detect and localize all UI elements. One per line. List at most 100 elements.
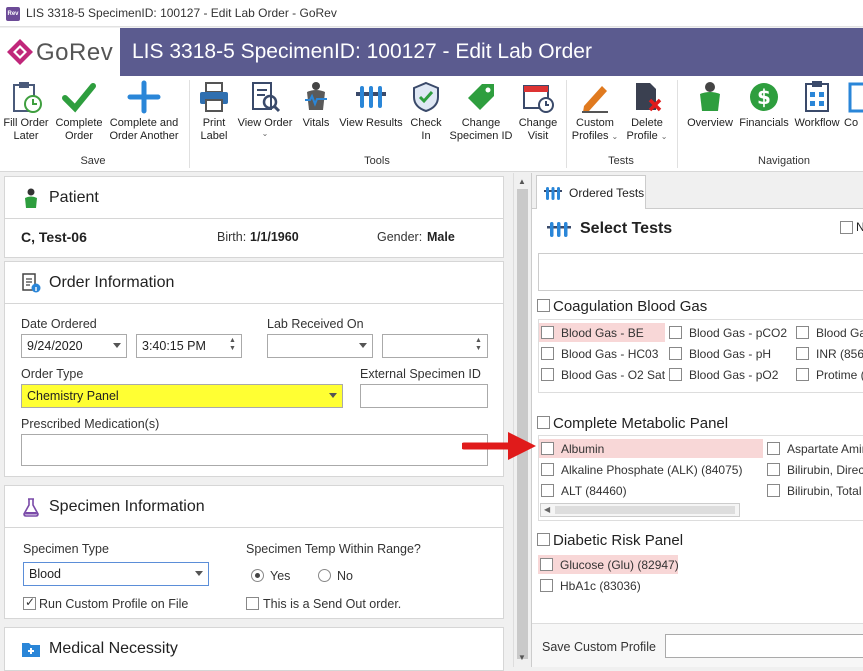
test-item[interactable]: Blood Gas - BE (539, 323, 665, 342)
test-label: Blood Gas - pO2 (689, 368, 779, 382)
order-type-select[interactable]: Chemistry Panel (21, 384, 343, 408)
scrollbar-thumb[interactable] (555, 506, 735, 514)
chevron-down-icon[interactable] (195, 571, 203, 576)
test-item[interactable]: Protime ( (794, 365, 863, 384)
test-checkbox[interactable] (767, 442, 780, 455)
test-item[interactable]: Blood Gas - pO2 (667, 365, 793, 384)
test-checkbox[interactable] (540, 558, 553, 571)
test-item[interactable]: Glucose (Glu) (82947) (538, 555, 679, 574)
test-checkbox[interactable] (669, 347, 682, 360)
test-checkbox[interactable] (767, 463, 780, 476)
coagulation-section-checkbox[interactable] (537, 299, 550, 312)
fill-order-later-button[interactable]: Fill Order Later (2, 80, 50, 142)
test-checkbox[interactable] (541, 347, 554, 360)
scroll-left-icon[interactable]: ◀ (544, 505, 550, 514)
vitals-button[interactable]: Vitals (296, 80, 336, 130)
custom-profiles-button[interactable]: Custom Profiles ⌄ (570, 80, 620, 142)
temp-yes-radio[interactable] (251, 569, 264, 582)
specimen-information-heading: Specimen Information (49, 498, 205, 515)
test-checkbox[interactable] (541, 442, 554, 455)
cmp-horizontal-scrollbar[interactable]: ◀ (540, 503, 740, 517)
birth-label: Birth: (217, 230, 247, 244)
test-item[interactable]: HbA1c (83036) (538, 576, 678, 595)
complete-order-button[interactable]: Complete Order (52, 80, 106, 142)
test-checkbox[interactable] (669, 368, 682, 381)
test-item[interactable]: Blood Gas - HC03 (539, 344, 665, 363)
left-pane-scrollbar[interactable]: ▲ ▼ (513, 173, 530, 667)
test-checkbox[interactable] (796, 368, 809, 381)
time-ordered-spinner[interactable]: 3:40:15 PM ▲ ▼ (136, 334, 242, 358)
test-item[interactable]: Blood Gas (794, 323, 863, 342)
tab-ordered-tests[interactable]: Ordered Tests (536, 175, 646, 209)
view-order-button[interactable]: View Order ⌄ (236, 80, 294, 138)
co-button-partial[interactable]: Co (844, 80, 863, 130)
chevron-down-icon[interactable] (113, 343, 121, 348)
test-item[interactable]: Bilirubin, Direct (765, 460, 863, 479)
test-item[interactable]: Alkaline Phosphate (ALK) (84075) (539, 460, 763, 479)
test-item[interactable]: Aspartate Amin (765, 439, 863, 458)
complete-and-order-another-button[interactable]: Complete and Order Another (106, 80, 182, 142)
test-item[interactable]: INR (8561 (794, 344, 863, 363)
test-checkbox[interactable] (541, 484, 554, 497)
window-title: LIS 3318-5 SpecimenID: 100127 - Edit Lab… (26, 6, 337, 20)
test-label: Blood Gas (816, 326, 863, 340)
order-information-heading: Order Information (49, 274, 175, 291)
chevron-down-icon[interactable] (359, 343, 367, 348)
lab-received-time-spinner[interactable]: ▲ ▼ (382, 334, 488, 358)
diabetic-section-checkbox[interactable] (537, 533, 550, 546)
date-ordered-picker[interactable]: 9/24/2020 (21, 334, 127, 358)
run-custom-profile-checkbox[interactable] (23, 595, 36, 610)
page-title: LIS 3318-5 SpecimenID: 100127 - Edit Lab… (132, 40, 592, 63)
test-item[interactable]: Blood Gas - pCO2 (667, 323, 793, 342)
test-item[interactable]: Blood Gas - pH (667, 344, 793, 363)
test-checkbox[interactable] (541, 463, 554, 476)
overview-button[interactable]: Overview (682, 80, 738, 130)
prescribed-medication-input[interactable] (21, 434, 488, 466)
date-ordered-label: Date Ordered (21, 317, 97, 331)
spinner-arrows-icon[interactable]: ▲ ▼ (229, 337, 238, 353)
diabetic-test-list: Glucose (Glu) (82947) HbA1c (83036) (538, 553, 863, 599)
scroll-up-icon[interactable]: ▲ (518, 177, 526, 186)
select-tests-heading: Select Tests (580, 220, 673, 237)
test-item[interactable]: Blood Gas - O2 Sat (539, 365, 665, 384)
change-visit-button[interactable]: Change Visit (516, 80, 560, 142)
check-in-button[interactable]: Check In (406, 80, 446, 142)
view-results-button[interactable]: View Results (338, 80, 404, 130)
test-checkbox[interactable] (796, 326, 809, 339)
temp-no-radio[interactable] (318, 569, 331, 582)
test-checkbox[interactable] (669, 326, 682, 339)
test-checkbox[interactable] (796, 347, 809, 360)
red-arrow-annotation (462, 432, 536, 460)
chevron-down-icon[interactable] (329, 393, 337, 398)
lab-received-date-picker[interactable] (267, 334, 373, 358)
external-specimen-id-input[interactable] (360, 384, 488, 408)
scrollbar-thumb[interactable] (517, 189, 528, 659)
test-label: Blood Gas - BE (561, 326, 644, 340)
select-tests-option-checkbox[interactable] (840, 221, 853, 234)
scroll-down-icon[interactable]: ▼ (518, 653, 526, 662)
tag-icon (468, 84, 494, 110)
spinner-arrows-icon[interactable]: ▲ ▼ (475, 337, 484, 353)
delete-profile-button[interactable]: Delete Profile ⌄ (622, 80, 672, 142)
workflow-button[interactable]: Workflow (790, 80, 844, 130)
test-item[interactable]: ALT (84460) (539, 481, 763, 500)
financials-button[interactable]: $ Financials (738, 80, 790, 130)
calendar-icon (523, 85, 554, 113)
specimen-type-select[interactable]: Blood (23, 562, 209, 586)
left-pane: Patient C, Test-06 Birth: 1/1/1960 Gende… (0, 173, 513, 671)
test-checkbox[interactable] (540, 579, 553, 592)
patient-overview-icon (700, 82, 720, 111)
test-checkbox[interactable] (541, 326, 554, 339)
test-item[interactable]: Bilirubin, Total (765, 481, 863, 500)
patient-card-header: Patient (5, 177, 503, 219)
tests-list-empty-area[interactable] (538, 253, 863, 291)
print-label-button[interactable]: Print Label (194, 80, 234, 142)
change-specimen-id-button[interactable]: Change Specimen ID (448, 80, 514, 142)
send-out-order-checkbox[interactable] (246, 597, 259, 610)
diabetic-section-title: Diabetic Risk Panel (553, 532, 684, 549)
test-checkbox[interactable] (541, 368, 554, 381)
save-custom-profile-input[interactable] (665, 634, 863, 658)
prescribed-medication-label: Prescribed Medication(s) (21, 417, 160, 431)
test-item[interactable]: Albumin (539, 439, 763, 458)
test-checkbox[interactable] (767, 484, 780, 497)
